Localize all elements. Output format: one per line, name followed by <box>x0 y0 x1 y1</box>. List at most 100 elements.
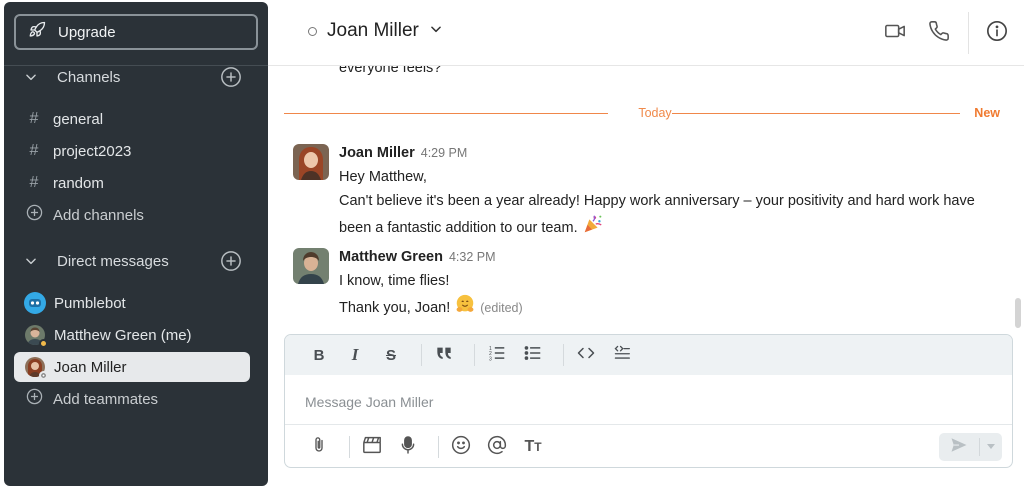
channel-label: random <box>53 174 104 192</box>
code-icon <box>577 346 595 364</box>
dm-label: Joan Miller <box>54 358 127 376</box>
dm-section-header[interactable]: Direct messages <box>24 248 242 274</box>
hash-icon: # <box>29 110 39 127</box>
quote-icon <box>436 346 452 364</box>
channel-label: general <box>53 110 104 128</box>
status-dot <box>39 339 48 348</box>
message-timestamp: 4:29 PM <box>420 146 468 160</box>
plus-circle-icon <box>24 388 44 410</box>
upgrade-label: Upgrade <box>58 23 116 41</box>
svg-text:3: 3 <box>489 356 492 361</box>
avatar <box>24 356 48 380</box>
upgrade-button[interactable]: Upgrade <box>14 14 258 50</box>
header-divider <box>968 12 969 54</box>
message-author[interactable]: Joan Miller <box>339 144 415 162</box>
quote-button[interactable] <box>430 342 458 368</box>
clapperboard-icon <box>362 436 382 458</box>
hash-icon: # <box>29 142 39 159</box>
contact-name-dropdown[interactable]: Joan Miller <box>308 20 443 42</box>
message-line: Thank you, Joan! <box>339 299 451 316</box>
dm-label: Matthew Green (me) <box>54 326 192 344</box>
new-messages-divider: Today New <box>284 106 1000 122</box>
message-line: been a fantastic addition to our team. <box>339 219 578 236</box>
channels-header-label: Channels <box>57 68 121 86</box>
send-icon <box>950 436 968 459</box>
message-line-with-emoji: Thank you, Joan! (edited) <box>339 293 1000 323</box>
add-teammates-button[interactable]: Add teammates <box>14 384 250 414</box>
attach-button[interactable] <box>305 434 333 460</box>
chevron-down-icon <box>24 254 40 268</box>
avatar[interactable] <box>293 248 329 284</box>
emoji-button[interactable] <box>447 434 475 460</box>
chevron-down-icon <box>24 70 40 84</box>
toolbar-divider <box>349 436 350 458</box>
bullet-list-icon <box>524 345 542 365</box>
previous-message-tail: everyone feels? <box>339 66 442 76</box>
chevron-down-icon <box>429 20 443 42</box>
scrollbar-thumb[interactable] <box>1015 298 1021 328</box>
toolbar-divider <box>474 344 475 366</box>
video-call-button[interactable] <box>882 20 908 46</box>
composer-divider <box>285 424 1012 425</box>
phone-icon <box>928 20 950 47</box>
chat-header: Joan Miller <box>268 0 1024 66</box>
contact-name: Joan Miller <box>327 20 419 41</box>
message-line: Hey Matthew, <box>339 169 427 185</box>
send-button-group <box>939 433 1002 461</box>
smiley-icon <box>451 435 471 459</box>
new-label: New <box>974 106 1000 120</box>
edited-label: (edited) <box>480 300 523 315</box>
sidebar-item-joan-miller[interactable]: Joan Miller <box>14 352 250 382</box>
bot-avatar <box>24 292 46 314</box>
microphone-icon <box>400 435 416 459</box>
sidebar-item-random[interactable]: # random <box>14 168 250 198</box>
dm-header-label: Direct messages <box>57 252 169 270</box>
voice-call-button[interactable] <box>926 20 952 46</box>
add-channel-icon[interactable] <box>220 66 242 88</box>
code-button[interactable] <box>572 342 600 368</box>
sidebar-item-project2023[interactable]: # project2023 <box>14 136 250 166</box>
italic-button[interactable]: I <box>341 342 369 368</box>
plus-circle-icon <box>24 204 44 226</box>
send-options-button[interactable] <box>980 433 1002 461</box>
add-channels-label: Add channels <box>53 206 144 224</box>
toolbar-divider <box>563 344 564 366</box>
message-item[interactable]: Joan Miller 4:29 PM Hey Matthew, Can't b… <box>293 144 1000 243</box>
bullet-list-button[interactable] <box>519 342 547 368</box>
video-clip-button[interactable] <box>358 434 386 460</box>
avatar <box>24 324 48 348</box>
message-author[interactable]: Matthew Green <box>339 248 443 266</box>
strikethrough-icon: S <box>385 346 396 364</box>
hugging-face-icon <box>454 293 476 323</box>
strikethrough-button[interactable]: S <box>377 342 405 368</box>
ordered-list-button[interactable]: 123 <box>483 342 511 368</box>
code-block-button[interactable] <box>608 342 636 368</box>
paperclip-icon <box>310 435 328 459</box>
text-format-button[interactable]: TT <box>519 434 547 460</box>
avatar[interactable] <box>293 144 329 180</box>
add-dm-icon[interactable] <box>220 250 242 272</box>
dm-label: Pumblebot <box>54 294 126 312</box>
voice-message-button[interactable] <box>394 434 422 460</box>
message-item[interactable]: Matthew Green 4:32 PM I know, time flies… <box>293 248 1000 323</box>
mention-button[interactable] <box>483 434 511 460</box>
info-button[interactable] <box>984 20 1010 46</box>
channels-section-header[interactable]: Channels <box>24 64 242 90</box>
composer-actions: TT <box>305 434 555 460</box>
party-popper-icon <box>582 213 604 243</box>
message-line: I know, time flies! <box>339 273 450 289</box>
message-input[interactable] <box>305 391 985 413</box>
italic-icon: I <box>351 345 359 364</box>
send-button[interactable] <box>939 433 979 461</box>
video-camera-icon <box>884 20 906 47</box>
at-sign-icon <box>487 435 507 459</box>
status-dot <box>39 371 48 380</box>
sidebar-item-pumblebot[interactable]: Pumblebot <box>14 288 250 318</box>
sidebar-item-general[interactable]: # general <box>14 104 250 134</box>
message-list: everyone feels? Today New Joan Miller 4:… <box>268 66 1024 334</box>
hash-icon: # <box>29 174 39 191</box>
bold-button[interactable]: B <box>305 342 333 368</box>
add-channels-button[interactable]: Add channels <box>14 200 250 230</box>
sidebar-item-matthew-green[interactable]: Matthew Green (me) <box>14 320 250 350</box>
message-timestamp: 4:32 PM <box>448 250 496 264</box>
